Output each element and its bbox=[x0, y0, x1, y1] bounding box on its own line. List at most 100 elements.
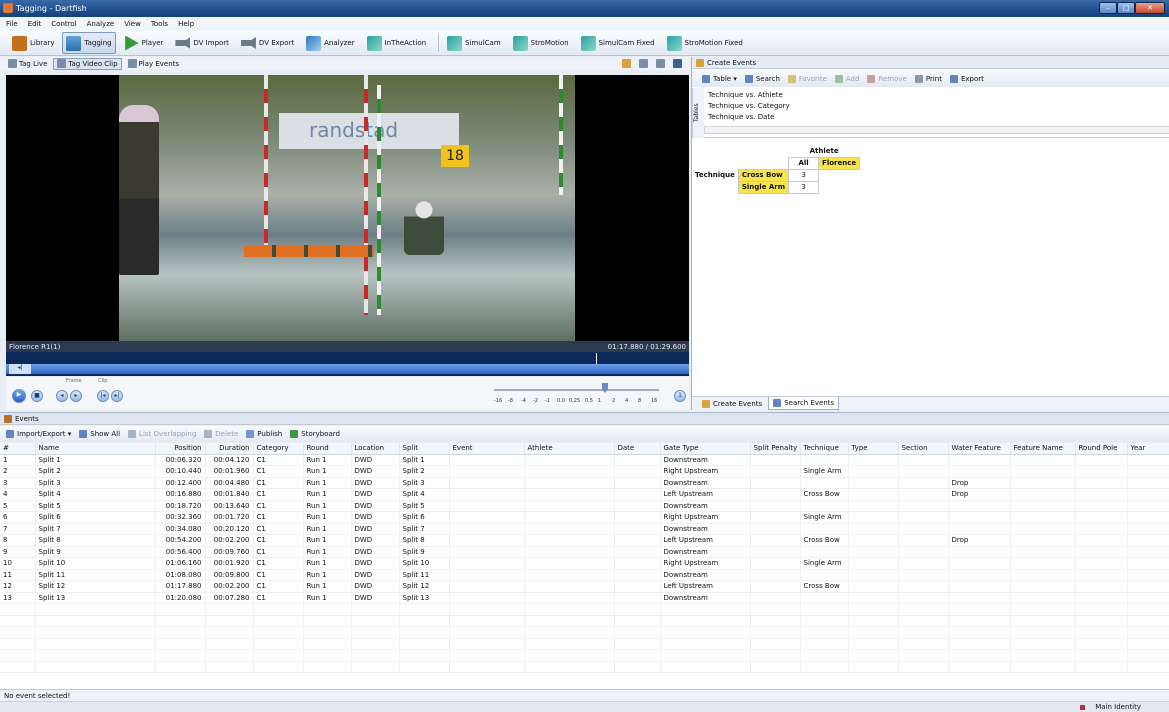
table-row[interactable]: 13 Split 13 01:20.080 00:07.280 C1 Run 1 DWD Sp… bbox=[0, 592, 1169, 604]
column-header-split-penalty[interactable]: Split Penalty bbox=[750, 443, 801, 455]
print-button[interactable]: Print bbox=[914, 74, 942, 83]
frame-back-button[interactable]: ◂ bbox=[56, 390, 68, 402]
column-header-gate-type[interactable]: Gate Type bbox=[660, 443, 751, 455]
tag-video-clip-button[interactable]: Tag Video Clip bbox=[53, 57, 122, 70]
column-header-duration[interactable]: Duration bbox=[205, 443, 254, 455]
column-header-athlete[interactable]: Athlete bbox=[524, 443, 615, 455]
playhead-marker[interactable] bbox=[596, 353, 597, 364]
pivot-athlete-cell[interactable]: Florence bbox=[818, 156, 861, 170]
column-header-round[interactable]: Round bbox=[303, 443, 352, 455]
column-header-number[interactable]: # bbox=[0, 443, 36, 455]
column-header-feature-name[interactable]: Feature Name bbox=[1010, 443, 1076, 455]
menu-control[interactable]: Control bbox=[51, 20, 76, 28]
layout-icon[interactable] bbox=[656, 59, 665, 68]
table-row[interactable]: 11 Split 11 01:08.080 00:09.800 C1 Run 1 DWD Sp… bbox=[0, 569, 1169, 581]
export-button[interactable]: Export bbox=[949, 74, 984, 83]
column-header-position[interactable]: Position bbox=[155, 443, 206, 455]
table-row[interactable]: 9 Split 9 00:56.400 00:09.760 C1 Run 1 DWD Spli… bbox=[0, 546, 1169, 558]
remove-button[interactable]: Remove bbox=[867, 74, 907, 83]
table-row[interactable]: 4 Split 4 00:16.880 00:01.840 C1 Run 1 DWD Spli… bbox=[0, 488, 1169, 501]
import-export-dropdown[interactable]: Import/Export ▾ bbox=[6, 430, 71, 438]
stop-button[interactable]: ■ bbox=[31, 390, 43, 402]
tab-create-events[interactable]: Create Events bbox=[698, 397, 766, 410]
delete-button[interactable]: Delete bbox=[204, 430, 238, 438]
identity-indicator[interactable]: Main Identity bbox=[1080, 703, 1141, 711]
grid-icon[interactable] bbox=[639, 59, 648, 68]
video-viewer[interactable]: randstad 18 bbox=[6, 75, 689, 341]
tag-live-button[interactable]: Tag Live bbox=[4, 58, 51, 70]
table-row[interactable]: 1 Split 1 00:06.320 00:04.120 C1 Run 1 DWD Spli… bbox=[0, 454, 1169, 466]
simulcam-button[interactable]: SimulCam bbox=[443, 32, 505, 54]
favorite-button[interactable]: Favorite bbox=[787, 74, 827, 83]
column-header-section[interactable]: Section bbox=[898, 443, 949, 455]
tables-tab[interactable]: Tables bbox=[692, 88, 704, 138]
column-header-location[interactable]: Location bbox=[351, 443, 400, 455]
column-header-year[interactable]: Year bbox=[1127, 443, 1169, 455]
stromotion-button[interactable]: StroMotion bbox=[509, 32, 573, 54]
table-dropdown[interactable]: Table ▾ bbox=[702, 74, 737, 83]
timeline-bar[interactable] bbox=[6, 364, 689, 374]
column-header-category[interactable]: Category bbox=[253, 443, 304, 455]
menu-tools[interactable]: Tools bbox=[151, 20, 168, 28]
menu-help[interactable]: Help bbox=[178, 20, 194, 28]
column-header-date[interactable]: Date bbox=[614, 443, 661, 455]
table-item[interactable]: Technique vs. Category bbox=[708, 101, 790, 112]
column-header-type[interactable]: Type bbox=[848, 443, 899, 455]
table-row[interactable]: 8 Split 8 00:54.200 00:02.200 C1 Run 1 DWD Spli… bbox=[0, 534, 1169, 547]
simulcam-fixed-button[interactable]: SimulCam Fixed bbox=[577, 32, 659, 54]
pivot-row-label[interactable]: Cross Bow bbox=[737, 168, 790, 182]
show-all-button[interactable]: Show All bbox=[79, 430, 120, 438]
tagging-button[interactable]: Tagging bbox=[62, 32, 116, 54]
menu-file[interactable]: File bbox=[6, 20, 18, 28]
pencil-icon[interactable] bbox=[622, 59, 631, 68]
speed-thumb[interactable] bbox=[602, 383, 608, 393]
play-events-button[interactable]: Play Events bbox=[124, 58, 184, 70]
table-item[interactable]: Technique vs. Athlete bbox=[708, 90, 790, 101]
column-header-name[interactable]: Name bbox=[35, 443, 156, 455]
table-row[interactable]: 2 Split 2 00:10.440 00:01.960 C1 Run 1 DWD Spli… bbox=[0, 465, 1169, 478]
maximize-button[interactable]: □ bbox=[1117, 1, 1135, 14]
minimize-button[interactable]: – bbox=[1099, 1, 1117, 14]
speed-reset-button[interactable]: 1 bbox=[674, 390, 686, 402]
storyboard-button[interactable]: Storyboard bbox=[290, 430, 340, 438]
dv-import-button[interactable]: DV Import bbox=[171, 32, 233, 54]
column-header-round-pole[interactable]: Round Pole bbox=[1075, 443, 1128, 455]
pivot-value[interactable]: 3 bbox=[788, 180, 820, 194]
intheaction-button[interactable]: InTheAction bbox=[363, 32, 430, 54]
menu-analyze[interactable]: Analyze bbox=[87, 20, 115, 28]
add-button[interactable]: Add bbox=[834, 74, 859, 83]
clip-start-button[interactable]: |◂ bbox=[97, 390, 109, 402]
timeline[interactable]: ◂| bbox=[6, 352, 689, 376]
player-button[interactable]: Player bbox=[120, 32, 168, 54]
close-button[interactable]: ✕ bbox=[1135, 1, 1165, 14]
column-header-technique[interactable]: Technique bbox=[800, 443, 849, 455]
save-icon[interactable] bbox=[673, 59, 682, 68]
publish-button[interactable]: Publish bbox=[246, 430, 282, 438]
menu-edit[interactable]: Edit bbox=[28, 20, 42, 28]
stromotion-fixed-button[interactable]: StroMotion Fixed bbox=[663, 32, 747, 54]
table-row[interactable]: 12 Split 12 01:17.880 00:02.200 C1 Run 1 DWD Sp… bbox=[0, 580, 1169, 593]
play-button[interactable]: ▶ bbox=[12, 389, 26, 403]
search-button[interactable]: Search bbox=[744, 74, 780, 83]
horizontal-scrollbar[interactable] bbox=[704, 126, 1169, 134]
table-row[interactable]: 5 Split 5 00:18.720 00:13.640 C1 Run 1 DWD Spli… bbox=[0, 500, 1169, 512]
analyzer-button[interactable]: Analyzer bbox=[302, 32, 358, 54]
tab-search-events[interactable]: Search Events bbox=[768, 397, 840, 410]
frame-forward-button[interactable]: ▸ bbox=[70, 390, 82, 402]
column-header-event[interactable]: Event bbox=[449, 443, 525, 455]
clip-end-button[interactable]: ▸| bbox=[111, 390, 123, 402]
column-header-water-feature[interactable]: Water Feature bbox=[948, 443, 1011, 455]
table-row[interactable]: 3 Split 3 00:12.400 00:04.480 C1 Run 1 DWD Spli… bbox=[0, 477, 1169, 489]
menu-view[interactable]: View bbox=[124, 20, 141, 28]
pivot-value[interactable]: 3 bbox=[788, 168, 820, 182]
table-row[interactable]: 10 Split 10 01:06.160 00:01.920 C1 Run 1 DWD Sp… bbox=[0, 557, 1169, 570]
list-overlapping-button[interactable]: List Overlapping bbox=[128, 430, 196, 438]
library-button[interactable]: Library bbox=[8, 32, 58, 54]
pivot-row-label[interactable]: Single Arm bbox=[737, 180, 790, 194]
column-header-split[interactable]: Split bbox=[399, 443, 450, 455]
table-row[interactable]: 7 Split 7 00:34.080 00:20.120 C1 Run 1 DWD Spli… bbox=[0, 523, 1169, 535]
timeline-home-button[interactable]: ◂| bbox=[9, 364, 31, 374]
table-row[interactable]: 6 Split 6 00:32.360 00:01.720 C1 Run 1 DWD Spli… bbox=[0, 511, 1169, 524]
table-item[interactable]: Technique vs. Date bbox=[708, 112, 790, 123]
speed-slider[interactable]: -16 -8 -4 -2 -1 0.0 0.25 0.5 1 2 4 8 16 bbox=[494, 383, 669, 407]
